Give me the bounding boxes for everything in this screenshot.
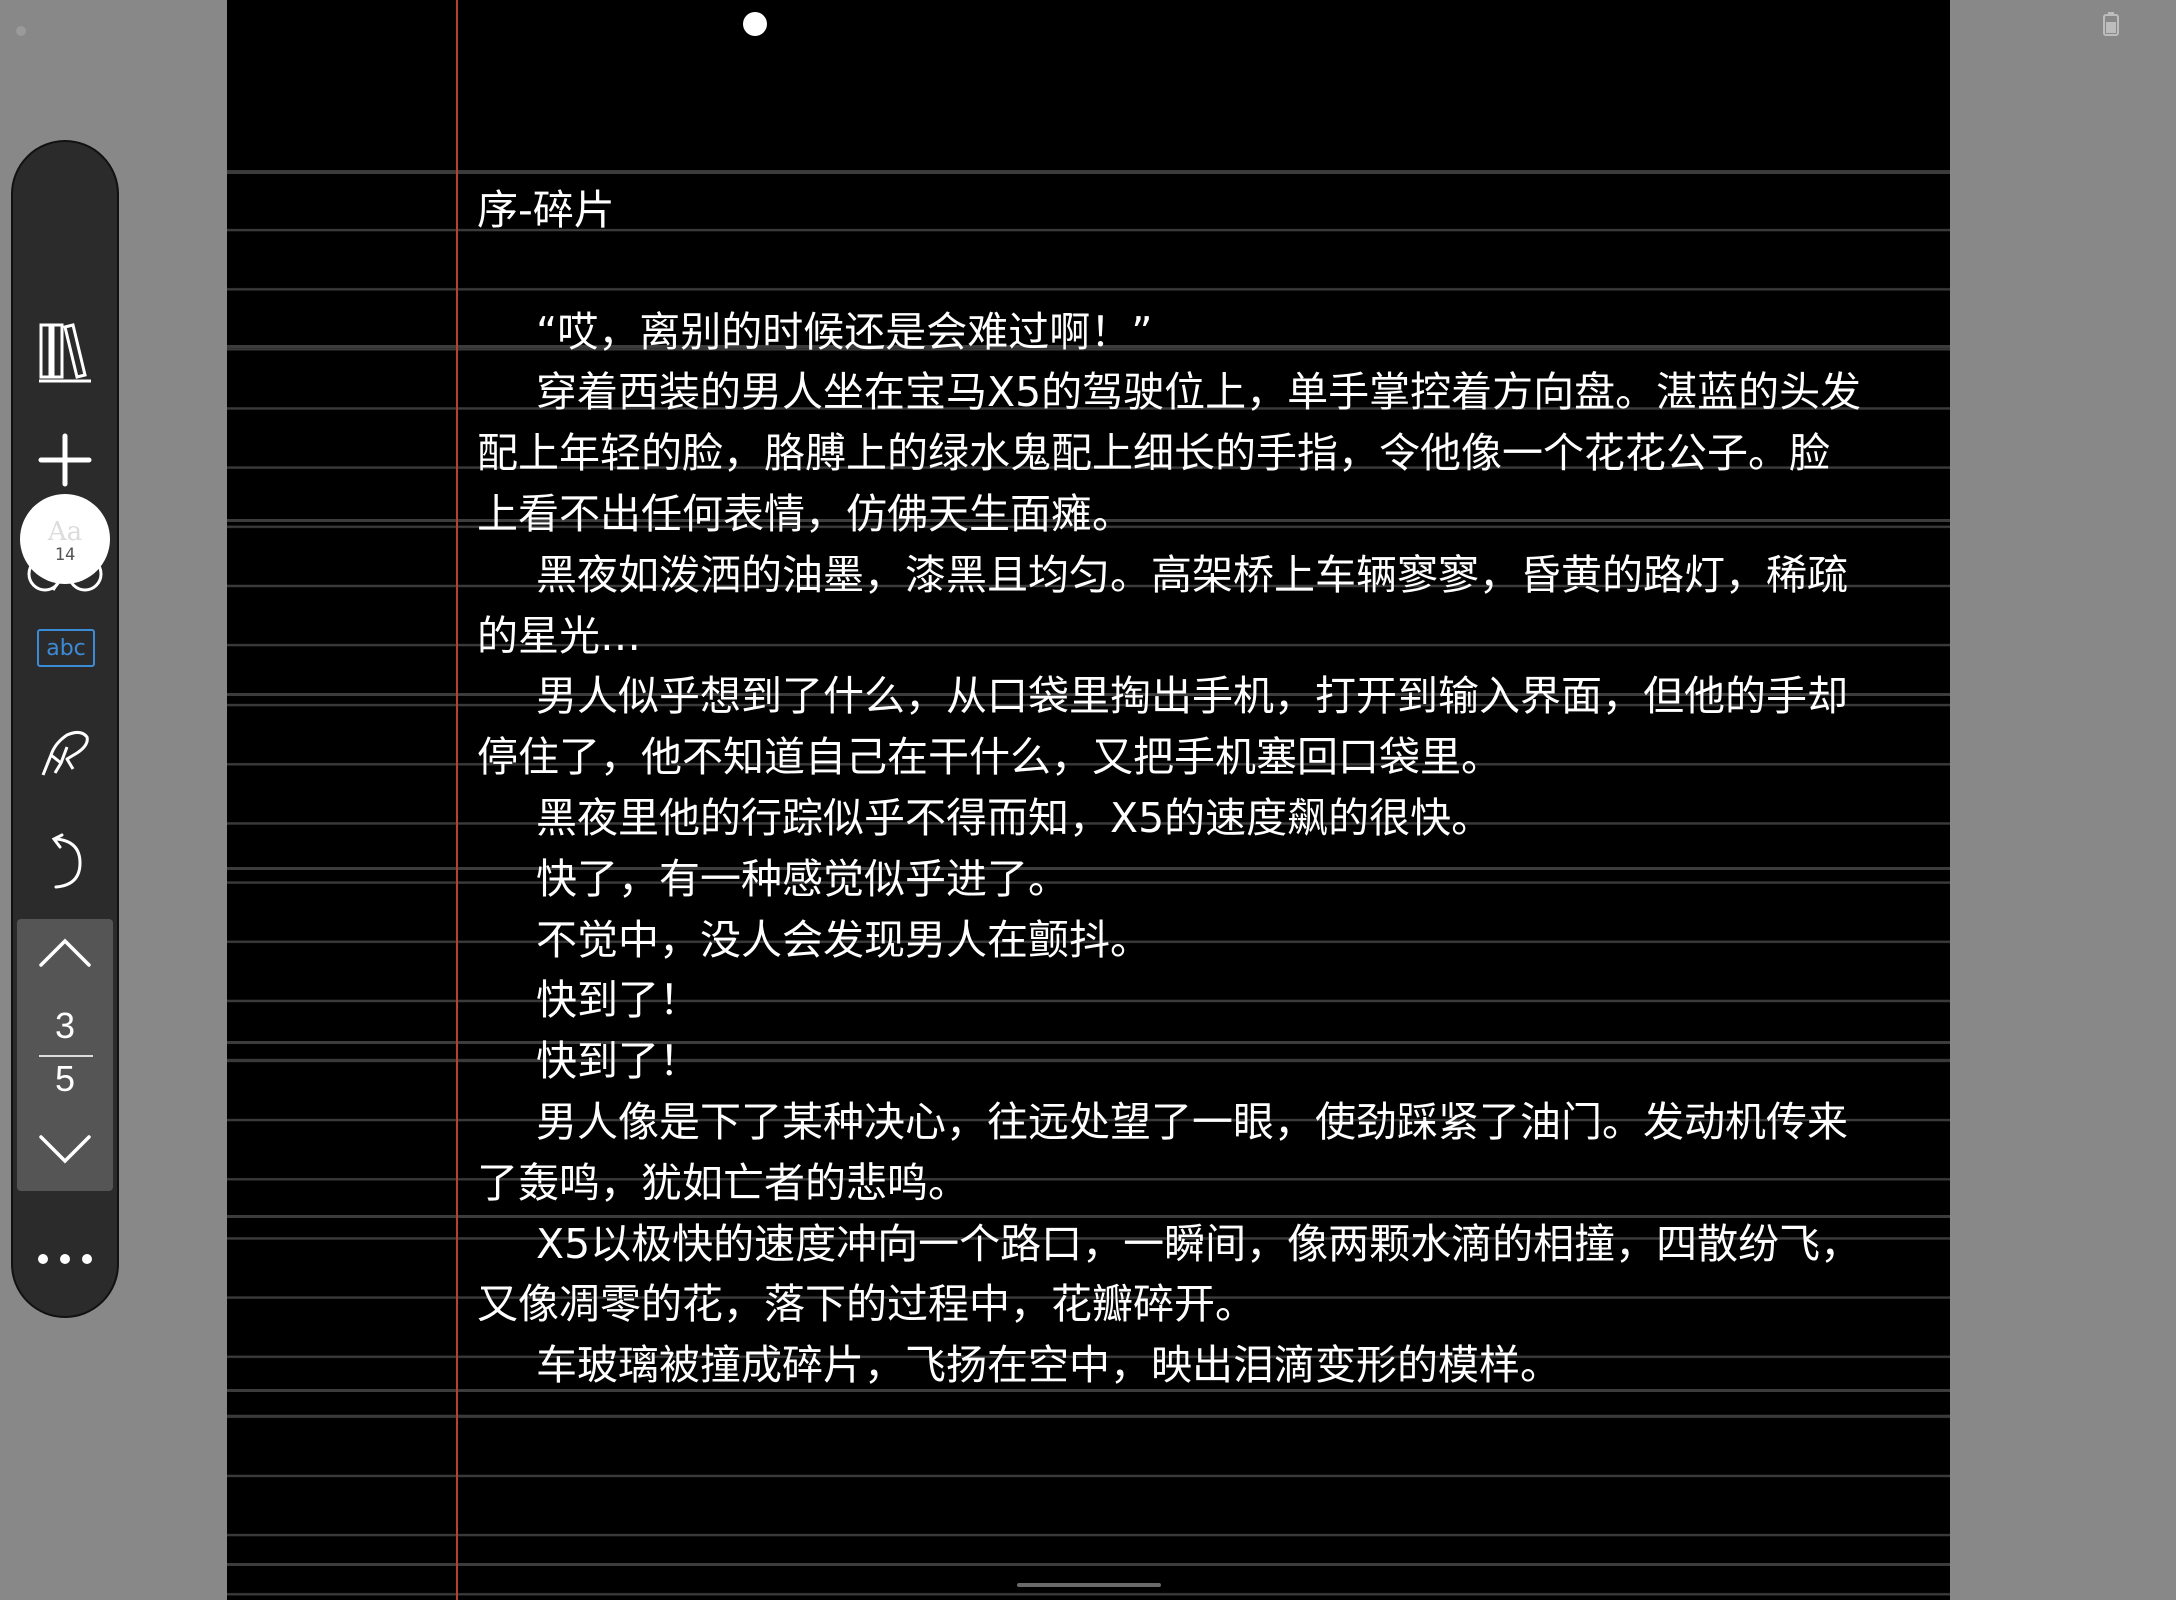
paragraph: 快了，有一种感觉似乎进了。 bbox=[536, 854, 1069, 903]
library-button[interactable] bbox=[13, 314, 117, 394]
chapter-title: 序-碎片 bbox=[477, 186, 615, 234]
paragraph: “哎，离别的时候还是会难过啊！” bbox=[536, 307, 1153, 356]
spellcheck-button[interactable]: abc bbox=[37, 629, 95, 667]
status-dot bbox=[16, 26, 26, 36]
paragraph: 黑夜如泼洒的油墨，漆黑且均匀。高架桥上车辆寥寥，昏黄的路灯，稀疏的星光… bbox=[477, 550, 1848, 660]
paragraph: 穿着西装的男人坐在宝马X5的驾驶位上，单手掌控着方向盘。湛蓝的头发配上年轻的脸，… bbox=[477, 368, 1862, 538]
page-divider bbox=[39, 1055, 93, 1057]
ellipsis-icon bbox=[35, 1251, 95, 1270]
more-button[interactable] bbox=[13, 1220, 117, 1300]
paragraph: 车玻璃被撞成碎片，飞扬在空中，映出泪滴变形的模样。 bbox=[536, 1341, 1561, 1390]
notebook-page[interactable]: 序-碎片 “哎，离别的时候还是会难过啊！” 穿着西装的男人坐在宝马X5的驾驶位上… bbox=[227, 0, 1950, 1600]
add-button[interactable] bbox=[13, 422, 117, 502]
page-down-button[interactable] bbox=[17, 1117, 113, 1187]
undo-button[interactable] bbox=[13, 825, 117, 905]
home-indicator[interactable] bbox=[1017, 1583, 1161, 1587]
plus-icon bbox=[37, 432, 93, 492]
page-navigator: 3 5 bbox=[17, 919, 113, 1191]
font-size-value: 14 bbox=[54, 545, 76, 565]
current-page: 3 bbox=[54, 1005, 76, 1046]
pen-hand-icon bbox=[37, 725, 93, 785]
side-toolbar: Aa 14 abc 3 5 bbox=[11, 140, 119, 1318]
font-size-button[interactable]: Aa 14 bbox=[20, 494, 110, 584]
document-text[interactable]: 序-碎片 “哎，离别的时候还是会难过啊！” 穿着西装的男人坐在宝马X5的驾驶位上… bbox=[477, 180, 1867, 1396]
camera-indicator bbox=[743, 12, 767, 36]
paragraph: 快到了！ bbox=[536, 1037, 700, 1086]
font-label: Aa bbox=[47, 517, 83, 547]
battery-icon bbox=[2103, 12, 2119, 36]
paragraph: X5以极快的速度冲向一个路口，一瞬间，像两颗水滴的相撞，四散纷飞，又像凋零的花，… bbox=[477, 1219, 1862, 1329]
total-pages: 5 bbox=[54, 1058, 76, 1099]
undo-icon bbox=[40, 833, 90, 897]
margin-line bbox=[456, 0, 458, 1600]
paragraph: 快到了！ bbox=[536, 976, 700, 1025]
page-up-button[interactable] bbox=[17, 919, 113, 989]
paragraph: 黑夜里他的行踪似乎不得而知，X5的速度飙的很快。 bbox=[536, 793, 1493, 842]
paragraph: 男人像是下了某种决心，往远处望了一眼，使劲踩紧了油门。发动机传来了轰鸣，犹如亡者… bbox=[477, 1097, 1848, 1207]
paragraph: 男人似乎想到了什么，从口袋里掏出手机，打开到输入界面，但他的手却停住了，他不知道… bbox=[477, 672, 1848, 782]
paragraph: 不觉中，没人会发现男人在颤抖。 bbox=[536, 915, 1151, 964]
chevron-down-icon bbox=[37, 1133, 93, 1171]
chevron-up-icon bbox=[37, 935, 93, 973]
books-icon bbox=[37, 321, 93, 387]
handwriting-button[interactable] bbox=[13, 715, 117, 795]
